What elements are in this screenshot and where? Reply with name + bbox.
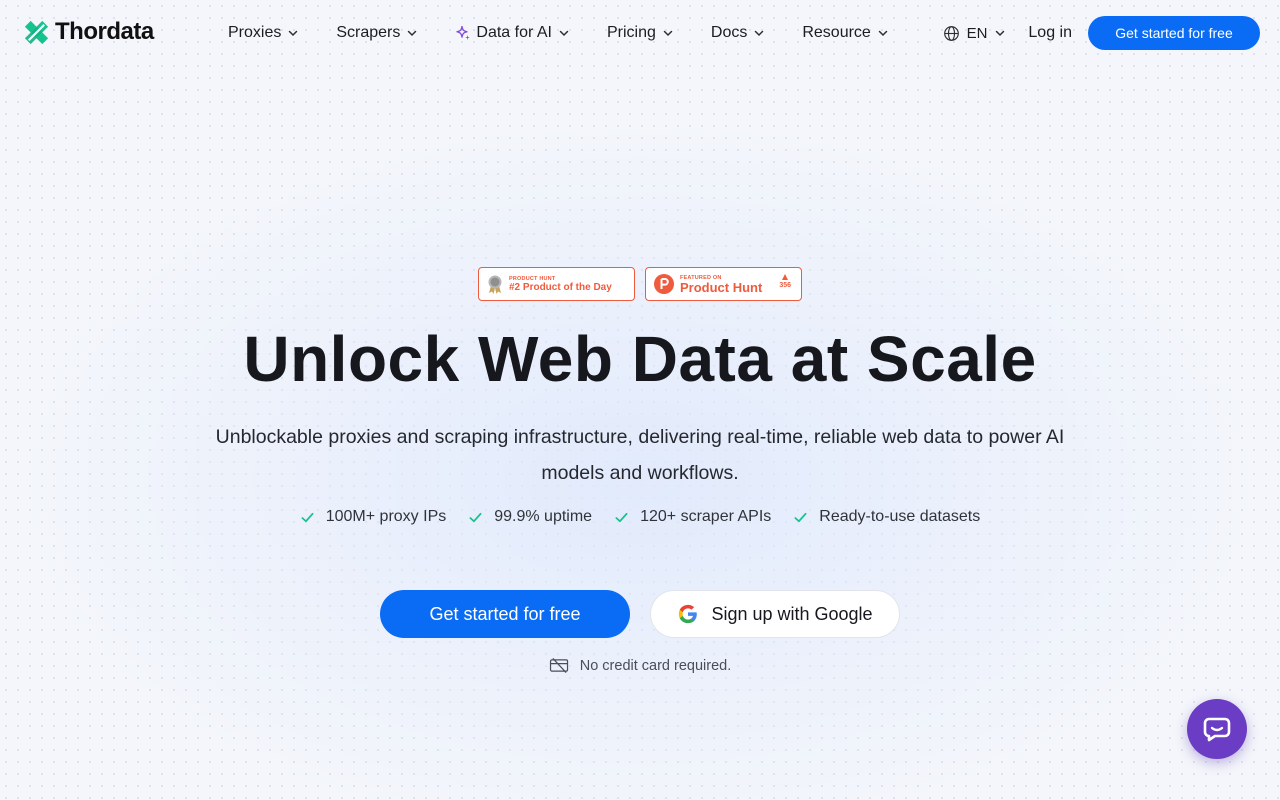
menu-docs[interactable]: Docs [711, 24, 765, 42]
menu-proxies[interactable]: Proxies [228, 24, 299, 42]
menu-docs-label: Docs [710, 24, 748, 41]
chat-launcher-button[interactable] [1187, 699, 1247, 759]
check-icon [615, 512, 628, 522]
feature-item: Ready-to-use datasets [793, 508, 980, 526]
feature-item: 99.9% uptime [468, 508, 592, 526]
check-icon [301, 512, 314, 522]
chevron-down-icon [289, 30, 298, 37]
hero-subtitle: Unblockable proxies and scraping infrast… [215, 426, 1065, 484]
no-credit-card-note: No credit card required. [0, 657, 1280, 674]
thordata-logo[interactable]: Thordata [22, 17, 154, 47]
chevron-down-icon [878, 30, 888, 37]
menu-pricing-label: Pricing [606, 24, 656, 41]
upvote-arrow-icon [782, 274, 789, 280]
nav-get-started-button[interactable]: Get started for free [1088, 16, 1260, 50]
main-menu: Proxies Scrapers Data for AI Pricing Doc… [228, 22, 889, 44]
menu-data-for-ai-label: Data for AI [476, 24, 552, 41]
hero-title: Unlock Web Data at Scale [243, 323, 1037, 395]
badge-text: Product Hunt [680, 279, 763, 295]
feature-item: 120+ scraper APIs [614, 508, 771, 526]
no-credit-card-icon [549, 657, 568, 674]
product-hunt-badges: PRODUCT HUNT #2 Product of the Day FEATU… [478, 267, 802, 301]
chevron-down-icon [559, 30, 569, 37]
hero-cta-group: Get started for free Sign up with Google [380, 590, 900, 638]
badge-text: #2 Product of the Day [509, 281, 612, 293]
product-of-the-day-badge[interactable]: PRODUCT HUNT #2 Product of the Day [478, 267, 635, 301]
upvote-number: 356 [779, 282, 791, 289]
google-signup-label: Sign up with Google [711, 603, 873, 624]
product-hunt-icon [654, 274, 674, 294]
check-icon [469, 512, 482, 522]
login-link[interactable]: Log in [1028, 24, 1072, 42]
nav-actions: EN Log in Get started for free [943, 16, 1260, 50]
sparkle-icon [456, 25, 471, 40]
google-icon [679, 604, 698, 624]
feature-item: 100M+ proxy IPs [300, 508, 447, 526]
feature-label: 100M+ proxy IPs [325, 508, 447, 525]
feature-label: 99.9% uptime [494, 508, 593, 525]
language-selector[interactable]: EN [943, 25, 1007, 42]
logo-mark-icon [24, 20, 49, 44]
check-icon [794, 512, 807, 522]
medal-icon [488, 275, 502, 294]
menu-resource-label: Resource [802, 24, 871, 41]
chevron-down-icon [755, 30, 764, 37]
featured-on-product-hunt-badge[interactable]: FEATURED ON Product Hunt 356 [645, 267, 802, 301]
no-credit-card-text: No credit card required. [579, 657, 732, 674]
top-navigation: Thordata Proxies Scrapers Data for AI Pr… [0, 0, 1280, 66]
upvote-count: 356 [779, 274, 791, 289]
menu-pricing[interactable]: Pricing [607, 24, 674, 42]
get-started-button[interactable]: Get started for free [380, 590, 630, 638]
chevron-down-icon [996, 30, 1005, 37]
menu-data-for-ai[interactable]: Data for AI [455, 24, 570, 42]
menu-proxies-label: Proxies [228, 24, 282, 41]
chat-bubble-icon [1203, 717, 1231, 742]
feature-label: 120+ scraper APIs [640, 508, 772, 525]
feature-label: Ready-to-use datasets [819, 508, 981, 525]
menu-scrapers[interactable]: Scrapers [336, 24, 418, 42]
google-signup-button[interactable]: Sign up with Google [650, 590, 900, 638]
globe-icon [943, 25, 959, 41]
chevron-down-icon [663, 30, 673, 37]
menu-scrapers-label: Scrapers [336, 24, 401, 41]
language-label: EN [966, 24, 988, 42]
brand-name: Thordata [55, 18, 154, 45]
feature-list: 100M+ proxy IPs 99.9% uptime 120+ scrape… [0, 508, 1280, 526]
chevron-down-icon [408, 30, 417, 37]
menu-resource[interactable]: Resource [802, 24, 888, 42]
